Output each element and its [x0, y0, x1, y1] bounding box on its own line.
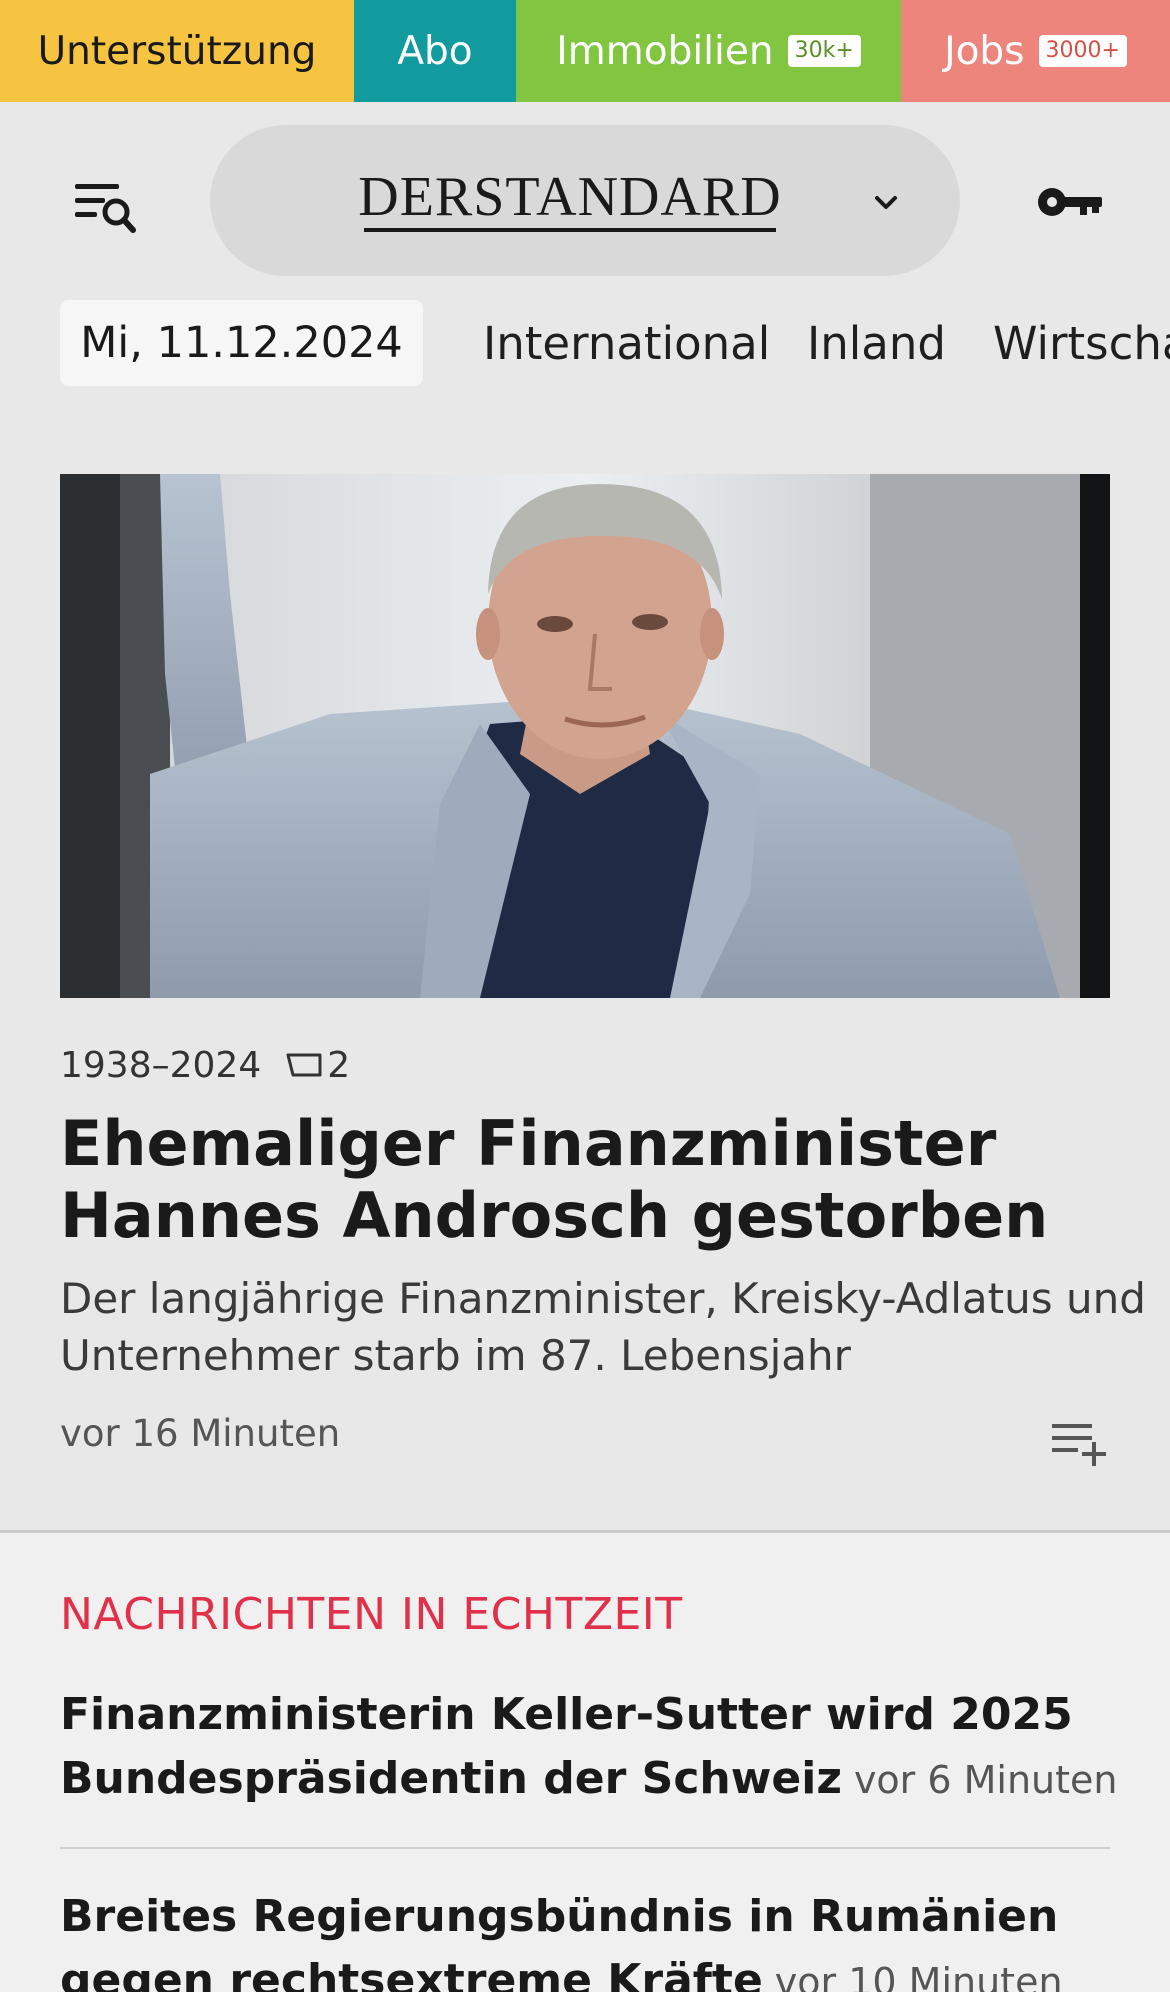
hero-teaser: Der langjährige Finanzminister, Kreisky-… [60, 1274, 1146, 1380]
nav-item-wirtschaft[interactable]: Wirtschaft [993, 300, 1170, 386]
logo-standard: STANDARD [473, 166, 782, 228]
menu-search-icon [75, 184, 136, 233]
jobs-link[interactable]: Jobs 3000+ [901, 0, 1170, 102]
playlist-add-icon [1052, 1424, 1106, 1466]
derstandard-logo: DERSTANDARD [210, 161, 930, 230]
immobilien-link[interactable]: Immobilien 30k+ [516, 0, 901, 102]
chevron-down-icon [875, 196, 897, 209]
immobilien-label: Immobilien [556, 28, 774, 74]
immobilien-badge: 30k+ [787, 35, 861, 67]
abo-link[interactable]: Abo [354, 0, 516, 102]
logo-edition-switcher[interactable]: DERSTANDARD [210, 125, 960, 276]
live-news-item[interactable]: Breites Regierungsbündnis in Rumänien ge… [60, 1885, 1150, 1992]
support-link[interactable]: Unterstützung [0, 0, 354, 102]
hero-kicker-label: 1938–2024 [60, 1044, 262, 1086]
jobs-label: Jobs [944, 28, 1025, 74]
menu-search-button[interactable] [70, 174, 142, 238]
nav-item-inland[interactable]: Inland [807, 300, 946, 386]
portrait-photo [60, 474, 1110, 998]
jobs-badge: 3000+ [1038, 35, 1127, 67]
hero-timestamp: vor 16 Minuten [60, 1412, 341, 1455]
date-chip: Mi, 11.12.2024 [60, 300, 423, 386]
key-icon [1038, 188, 1102, 216]
divider [60, 1847, 1110, 1849]
add-to-reading-list-button[interactable] [1048, 1418, 1110, 1466]
live-news-item[interactable]: Finanzministerin Keller-Sutter wird 2025… [60, 1683, 1150, 1812]
comment-icon [286, 1053, 322, 1077]
live-news-time: vor 6 Minuten [853, 1758, 1118, 1802]
hero-kicker: 1938–2024 2 [60, 1040, 350, 1090]
logo-underline [364, 228, 776, 232]
live-news-heading: NACHRICHTEN IN ECHTZEIT [60, 1589, 683, 1640]
comment-count[interactable]: 2 [327, 1045, 350, 1086]
abo-label: Abo [397, 28, 473, 74]
top-strip: Unterstützung Abo Immobilien 30k+ Jobs 3… [0, 0, 1170, 102]
logo-der: DER [358, 166, 474, 228]
live-news-time: vor 10 Minuten [774, 1960, 1063, 1992]
support-label: Unterstützung [37, 28, 317, 74]
login-key-button[interactable] [1036, 180, 1106, 224]
hero-image[interactable] [60, 474, 1110, 998]
hero-headline[interactable]: Ehemaliger Finanzminister Hannes Androsc… [60, 1108, 1130, 1252]
live-news-section: NACHRICHTEN IN ECHTZEIT Finanzministerin… [0, 1530, 1170, 1992]
nav-item-international[interactable]: International [483, 300, 770, 386]
